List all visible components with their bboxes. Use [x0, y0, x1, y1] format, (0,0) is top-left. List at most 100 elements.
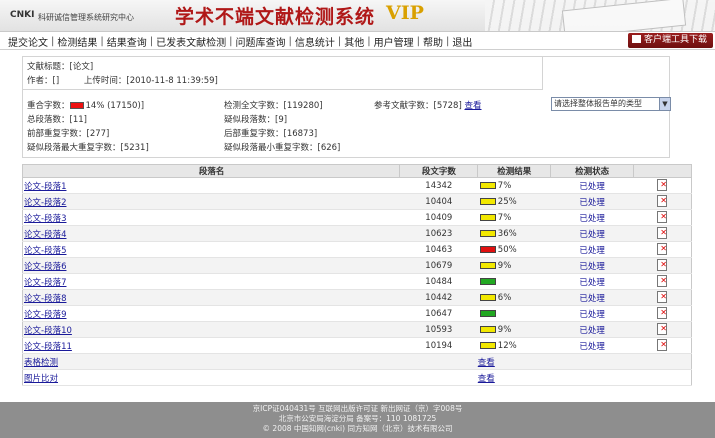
result-bar: [479, 197, 496, 205]
result-cell: [477, 305, 551, 322]
author-row: 作者：[] 上传时间：[2010-11-8 11:39:59]: [27, 74, 218, 86]
header: CNKI 科研诚信管理系统研究中心 学术不端文献检测系统 VIP: [0, 0, 715, 32]
status-link[interactable]: 已处理: [579, 198, 605, 208]
status-link[interactable]: 已处理: [579, 214, 605, 224]
extra-check-link[interactable]: 图片比对: [24, 374, 58, 384]
char-count-cell: 10442: [399, 289, 478, 306]
nav-item-2[interactable]: 结果查询: [107, 34, 147, 49]
ref-view-link[interactable]: 查看: [464, 101, 481, 111]
header-decoration: [485, 0, 715, 31]
delete-icon[interactable]: [657, 194, 668, 207]
paragraph-link[interactable]: 论文-段落1: [24, 182, 66, 192]
paragraph-link[interactable]: 论文-段落10: [24, 326, 72, 336]
status-link[interactable]: 已处理: [579, 326, 605, 336]
extra-empty-cell: [633, 353, 692, 370]
sus-paras-label: 疑似段落数：: [224, 115, 276, 125]
paragraph-link[interactable]: 论文-段落8: [24, 294, 66, 304]
paragraph-link[interactable]: 论文-段落5: [24, 246, 66, 256]
delete-icon[interactable]: [657, 178, 668, 191]
result-cell: 7%: [477, 177, 551, 194]
nav-item-7[interactable]: 用户管理: [374, 34, 414, 49]
result-cell: 9%: [477, 257, 551, 274]
nav-item-9[interactable]: 退出: [452, 34, 472, 49]
status-cell: 已处理: [550, 337, 634, 354]
table-row: 论文-段落1 14342 7% 已处理: [22, 177, 692, 194]
nav-separator: |: [149, 35, 154, 47]
min-dup-value: [626]: [317, 143, 341, 153]
view-link[interactable]: 查看: [478, 358, 495, 368]
view-link[interactable]: 查看: [478, 374, 495, 384]
nav-item-6[interactable]: 其他: [344, 34, 364, 49]
paragraph-link[interactable]: 论文-段落3: [24, 214, 66, 224]
table-row: 论文-段落2 10404 25% 已处理: [22, 193, 692, 210]
dup-chars-row: 重合字数： 14% (17150)]: [27, 99, 144, 111]
status-link[interactable]: 已处理: [579, 294, 605, 304]
paragraph-link[interactable]: 论文-段落4: [24, 230, 66, 240]
status-link[interactable]: 已处理: [579, 310, 605, 320]
footer-line-3: © 2008 中国知网(cnki) 同方知网（北京）技术有限公司: [262, 424, 453, 433]
status-cell: 已处理: [550, 289, 634, 306]
paragraph-name-cell: 论文-段落9: [22, 305, 400, 322]
table-row: 论文-段落9 10647 已处理: [22, 305, 692, 322]
nav-item-0[interactable]: 提交论文: [8, 34, 48, 49]
nav-separator: |: [51, 35, 55, 47]
paragraph-link[interactable]: 论文-段落9: [24, 310, 66, 320]
status-link[interactable]: 已处理: [579, 262, 605, 272]
upload-label: 上传时间：: [83, 76, 127, 86]
status-link[interactable]: 已处理: [579, 246, 605, 256]
paragraph-link[interactable]: 论文-段落7: [24, 278, 66, 288]
delete-icon[interactable]: [657, 290, 668, 303]
status-link[interactable]: 已处理: [579, 342, 605, 352]
doc-title-label: 文献标题：: [27, 62, 70, 72]
delete-icon[interactable]: [657, 322, 668, 335]
nav-item-4[interactable]: 问题库查询: [236, 34, 286, 49]
delete-cell: [633, 241, 692, 258]
result-bar: [479, 245, 496, 253]
status-link[interactable]: 已处理: [579, 278, 605, 288]
paragraph-name-cell: 论文-段落8: [22, 289, 400, 306]
status-cell: 已处理: [550, 321, 634, 338]
main-nav: 提交论文 | 检测结果 | 结果查询 | 已发表文献检测 | 问题库查询 | 信息统计 | 其他 | 用户管…: [0, 32, 715, 50]
table-row: 论文-段落6 10679 9% 已处理: [22, 257, 692, 274]
delete-icon[interactable]: [657, 258, 668, 271]
extra-empty-cell: [550, 353, 634, 370]
status-link[interactable]: 已处理: [579, 182, 605, 192]
delete-icon[interactable]: [657, 242, 668, 255]
total-paras-row: 总段落数：[11]: [27, 113, 87, 125]
nav-item-1[interactable]: 检测结果: [57, 34, 97, 49]
table-row: 论文-段落3 10409 7% 已处理: [22, 209, 692, 226]
delete-icon[interactable]: [657, 306, 668, 319]
report-type-select[interactable]: 请选择整体报告单的类型 ▼: [551, 97, 671, 111]
total-chars-label: 检测全文字数：: [224, 101, 284, 111]
back-dup-row: 后部重复字数：[16873]: [224, 127, 317, 139]
paragraph-name-cell: 论文-段落3: [22, 209, 400, 226]
paragraph-link[interactable]: 论文-段落11: [24, 342, 72, 352]
computer-icon: [631, 35, 641, 43]
nav-item-3[interactable]: 已发表文献检测: [156, 34, 226, 49]
result-cell: 25%: [477, 193, 551, 210]
document-info-panel: 文献标题：[论文] 作者：[] 上传时间：[2010-11-8 11:39:59…: [22, 56, 671, 158]
total-chars-value: [119280]: [283, 101, 323, 111]
client-tool-download-button[interactable]: 客户端工具下载: [627, 33, 713, 48]
header-actions: [633, 164, 692, 178]
delete-icon[interactable]: [657, 338, 668, 351]
delete-icon[interactable]: [657, 210, 668, 223]
paragraph-link[interactable]: 论文-段落6: [24, 262, 66, 272]
char-count-cell: 10409: [399, 209, 478, 226]
author-value: []: [52, 76, 60, 86]
char-count-cell: 10484: [399, 273, 478, 290]
delete-icon[interactable]: [657, 274, 668, 287]
result-percent: 9%: [497, 324, 512, 335]
delete-icon[interactable]: [657, 226, 668, 239]
extra-empty-cell: [550, 369, 634, 386]
nav-item-8[interactable]: 帮助: [423, 34, 443, 49]
header-result: 检测结果: [477, 164, 552, 178]
delete-cell: [633, 305, 692, 322]
doc-title-row: 文献标题：[论文]: [27, 60, 93, 72]
status-link[interactable]: 已处理: [579, 230, 605, 240]
paragraph-link[interactable]: 论文-段落2: [24, 198, 66, 208]
char-count-cell: 10463: [399, 241, 478, 258]
extra-check-link[interactable]: 表格检测: [24, 358, 58, 368]
nav-item-5[interactable]: 信息统计: [295, 34, 335, 49]
result-bar: [479, 341, 496, 349]
